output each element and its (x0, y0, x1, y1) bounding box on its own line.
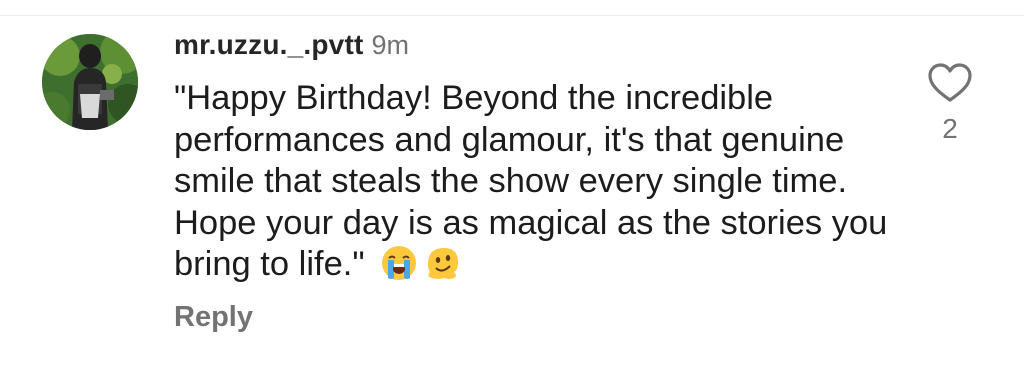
like-count: 2 (942, 113, 958, 144)
comment-header: mr.uzzu._.pvtt 9m (174, 27, 409, 68)
timestamp: 9m (371, 30, 410, 60)
avatar[interactable] (42, 34, 138, 130)
comment-body: "Happy Birthday! Beyond the incredible p… (174, 78, 894, 286)
loudly-crying-face-icon (380, 244, 418, 282)
melting-face-icon (424, 244, 462, 282)
reply-button[interactable]: Reply (174, 299, 253, 335)
avatar-photo (42, 34, 138, 130)
heart-outline-icon[interactable] (927, 62, 973, 104)
comment-text: "Happy Birthday! Beyond the incredible p… (174, 79, 888, 283)
comment: mr.uzzu._.pvtt 9m "Happy Birthday! Beyond… (0, 0, 1024, 366)
username[interactable]: mr.uzzu._.pvtt (174, 29, 364, 60)
like-button[interactable]: 2 (922, 62, 978, 146)
